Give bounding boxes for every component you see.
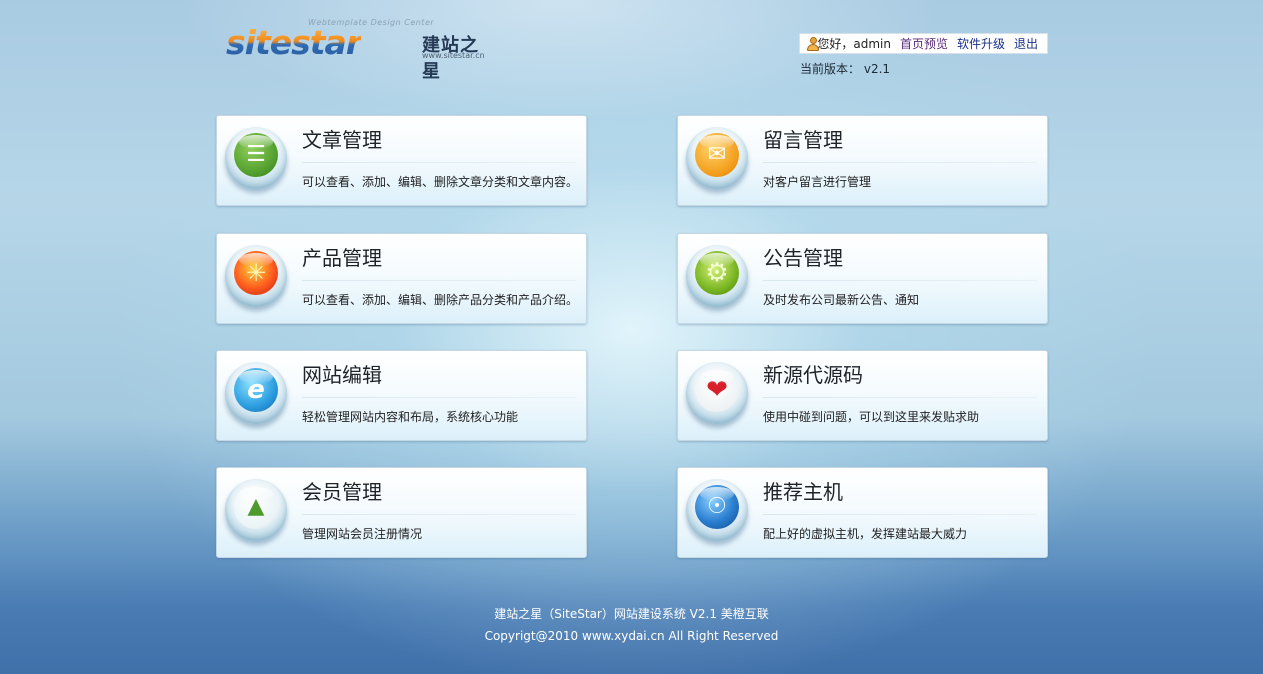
- card-product-management[interactable]: ✳ 产品管理 可以查看、添加、编辑、删除产品分类和产品介绍。: [216, 233, 587, 324]
- footer-copyright: Copyrigt@2010 www.xydai.cn All Right Res…: [484, 629, 779, 643]
- card-title: 公告管理: [763, 246, 843, 270]
- card-title: 留言管理: [763, 128, 843, 152]
- card-title: 推荐主机: [763, 480, 843, 504]
- footer-product-line: 建站之星（SiteStar）网站建设系统 V2.1 美橙互联: [494, 607, 769, 621]
- card-divider: [302, 162, 576, 163]
- document-icon: ☰: [225, 127, 287, 189]
- card-message-management[interactable]: ✉ 留言管理 对客户留言进行管理: [677, 115, 1048, 206]
- card-article-management[interactable]: ☰ 文章管理 可以查看、添加、编辑、删除文章分类和文章内容。: [216, 115, 587, 206]
- heart-icon: ❤: [686, 362, 748, 424]
- version-number: v2.1: [863, 62, 891, 76]
- homepage-preview-link[interactable]: 首页预览: [900, 35, 948, 52]
- card-description: 管理网站会员注册情况: [302, 527, 423, 541]
- version-info: 当前版本： v2.1: [800, 60, 890, 77]
- card-member-management[interactable]: ▲ 会员管理 管理网站会员注册情况: [216, 467, 587, 558]
- card-description: 对客户留言进行管理: [763, 175, 872, 189]
- card-title: 网站编辑: [302, 363, 382, 387]
- globe-icon: ☉: [686, 479, 748, 541]
- footer: [0, 572, 1263, 674]
- card-divider: [763, 162, 1037, 163]
- card-description: 配上好的虚拟主机，发挥建站最大威力: [763, 527, 968, 541]
- background-glow: [0, 0, 1263, 140]
- logo: Webtemplate Design Center sitestar 建站之星 …: [226, 18, 496, 82]
- product-icon: ✳: [225, 245, 287, 307]
- card-description: 轻松管理网站内容和布局，系统核心功能: [302, 410, 519, 424]
- card-divider: [763, 280, 1037, 281]
- user-icon: [806, 36, 819, 51]
- card-title: 文章管理: [302, 128, 382, 152]
- logo-wordmark: sitestar: [226, 23, 362, 62]
- card-recommended-hosting[interactable]: ☉ 推荐主机 配上好的虚拟主机，发挥建站最大威力: [677, 467, 1048, 558]
- card-divider: [302, 397, 576, 398]
- card-title: 产品管理: [302, 246, 382, 270]
- card-title: 新源代源码: [763, 363, 863, 387]
- card-divider: [302, 280, 576, 281]
- card-announcement-management[interactable]: ⚙ 公告管理 及时发布公司最新公告、通知: [677, 233, 1048, 324]
- card-description: 使用中碰到问题，可以到这里来发贴求助: [763, 410, 980, 424]
- version-label: 当前版本：: [800, 62, 861, 76]
- logo-url: www.sitestar.cn: [422, 51, 485, 60]
- card-divider: [763, 514, 1037, 515]
- card-title: 会员管理: [302, 480, 382, 504]
- card-divider: [763, 397, 1037, 398]
- gear-icon: ⚙: [686, 245, 748, 307]
- card-divider: [302, 514, 576, 515]
- user-bar: 您好，admin 首页预览 软件升级 退出: [799, 33, 1048, 54]
- card-site-editor[interactable]: e 网站编辑 轻松管理网站内容和布局，系统核心功能: [216, 350, 587, 441]
- member-icon: ▲: [225, 479, 287, 541]
- mail-icon: ✉: [686, 127, 748, 189]
- card-source-code[interactable]: ❤ 新源代源码 使用中碰到问题，可以到这里来发贴求助: [677, 350, 1048, 441]
- software-upgrade-link[interactable]: 软件升级: [957, 35, 1005, 52]
- card-description: 可以查看、添加、编辑、删除产品分类和产品介绍。: [302, 293, 579, 307]
- card-description: 及时发布公司最新公告、通知: [763, 293, 920, 307]
- card-description: 可以查看、添加、编辑、删除文章分类和文章内容。: [302, 175, 579, 189]
- logout-link[interactable]: 退出: [1014, 35, 1038, 52]
- greeting-text: 您好，admin: [817, 37, 891, 51]
- ie-icon: e: [225, 362, 287, 424]
